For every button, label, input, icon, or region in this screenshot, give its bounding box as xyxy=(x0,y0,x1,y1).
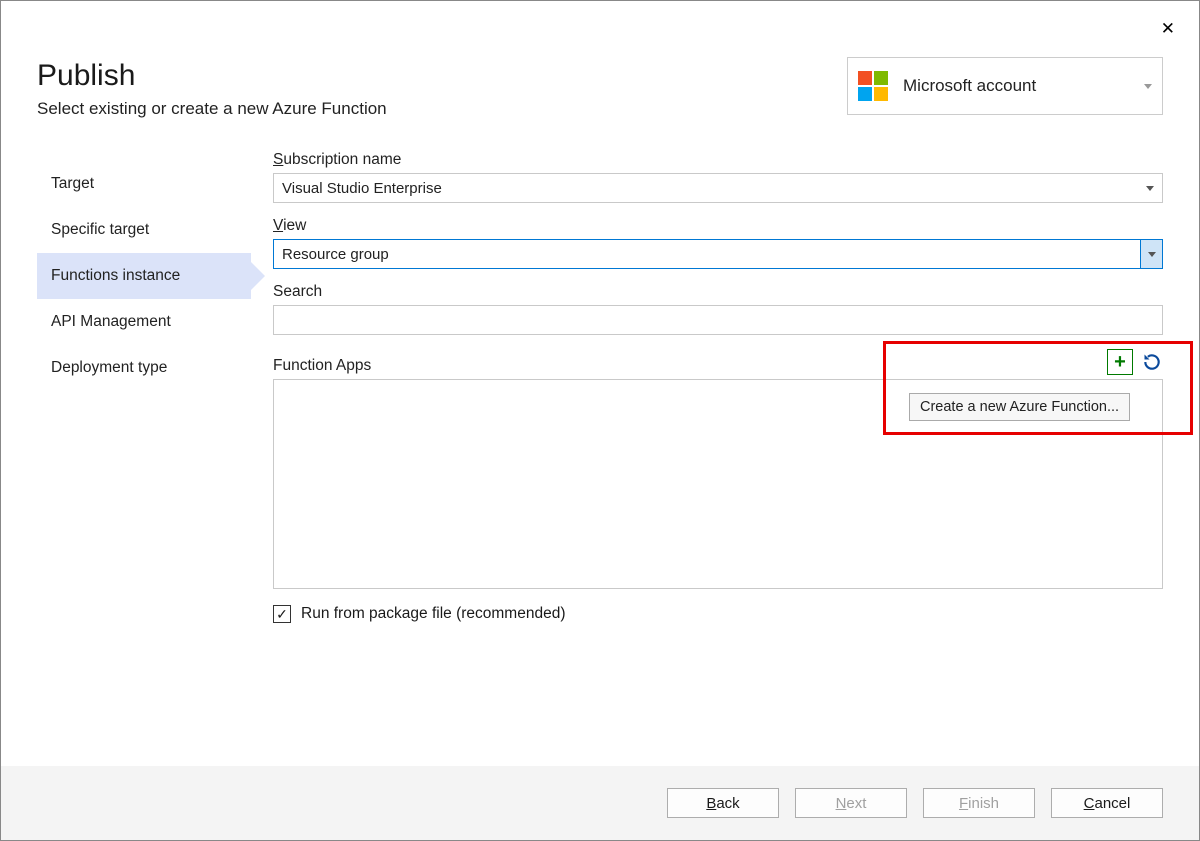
sidebar-item-label: API Management xyxy=(51,313,171,331)
sidebar-item-deployment-type[interactable]: Deployment type xyxy=(37,345,251,391)
sidebar-item-target[interactable]: Target xyxy=(37,161,251,207)
sidebar-item-label: Deployment type xyxy=(51,359,167,377)
account-dropdown[interactable]: Microsoft account xyxy=(847,57,1163,115)
create-new-function-tooltip: Create a new Azure Function... xyxy=(909,393,1130,421)
chevron-down-icon xyxy=(1146,186,1154,191)
sidebar-item-api-management[interactable]: API Management xyxy=(37,299,251,345)
publish-steps-sidebar: Target Specific target Functions instanc… xyxy=(37,151,251,766)
search-input[interactable] xyxy=(273,305,1163,335)
chevron-down-icon xyxy=(1148,252,1156,257)
next-button[interactable]: Next xyxy=(795,788,907,818)
refresh-icon xyxy=(1142,352,1162,372)
dialog-body: Target Specific target Functions instanc… xyxy=(1,119,1199,766)
cancel-button[interactable]: Cancel xyxy=(1051,788,1163,818)
view-label: View xyxy=(273,217,1163,235)
sidebar-item-specific-target[interactable]: Specific target xyxy=(37,207,251,253)
view-value: Resource group xyxy=(282,246,389,263)
subscription-label: Subscription name xyxy=(273,151,1163,169)
close-icon[interactable]: ✕ xyxy=(1161,19,1175,39)
run-from-package-label: Run from package file (recommended) xyxy=(301,605,565,623)
publish-dialog: ✕ Microsoft account Publish Select exist… xyxy=(0,0,1200,841)
refresh-button[interactable] xyxy=(1141,351,1163,373)
view-dropdown[interactable]: Resource group xyxy=(273,239,1163,269)
sidebar-item-label: Functions instance xyxy=(51,267,180,285)
create-new-function-button[interactable]: + xyxy=(1107,349,1133,375)
run-from-package-checkbox[interactable]: ✓ xyxy=(273,605,291,623)
sidebar-item-label: Specific target xyxy=(51,221,149,239)
account-label: Microsoft account xyxy=(903,76,1144,96)
dialog-footer: Back Next Finish Cancel xyxy=(1,766,1199,840)
sidebar-item-label: Target xyxy=(51,175,94,193)
sidebar-item-functions-instance[interactable]: Functions instance xyxy=(37,253,251,299)
plus-icon: + xyxy=(1114,351,1126,374)
subscription-name-value: Visual Studio Enterprise xyxy=(282,180,442,197)
search-label: Search xyxy=(273,283,1163,301)
finish-button[interactable]: Finish xyxy=(923,788,1035,818)
function-apps-label: Function Apps xyxy=(273,357,371,375)
subscription-name-dropdown[interactable]: Visual Studio Enterprise xyxy=(273,173,1163,203)
form-area: Subscription name Visual Studio Enterpri… xyxy=(251,151,1163,766)
chevron-down-icon xyxy=(1144,84,1152,89)
back-button[interactable]: Back xyxy=(667,788,779,818)
microsoft-logo-icon xyxy=(858,71,888,101)
